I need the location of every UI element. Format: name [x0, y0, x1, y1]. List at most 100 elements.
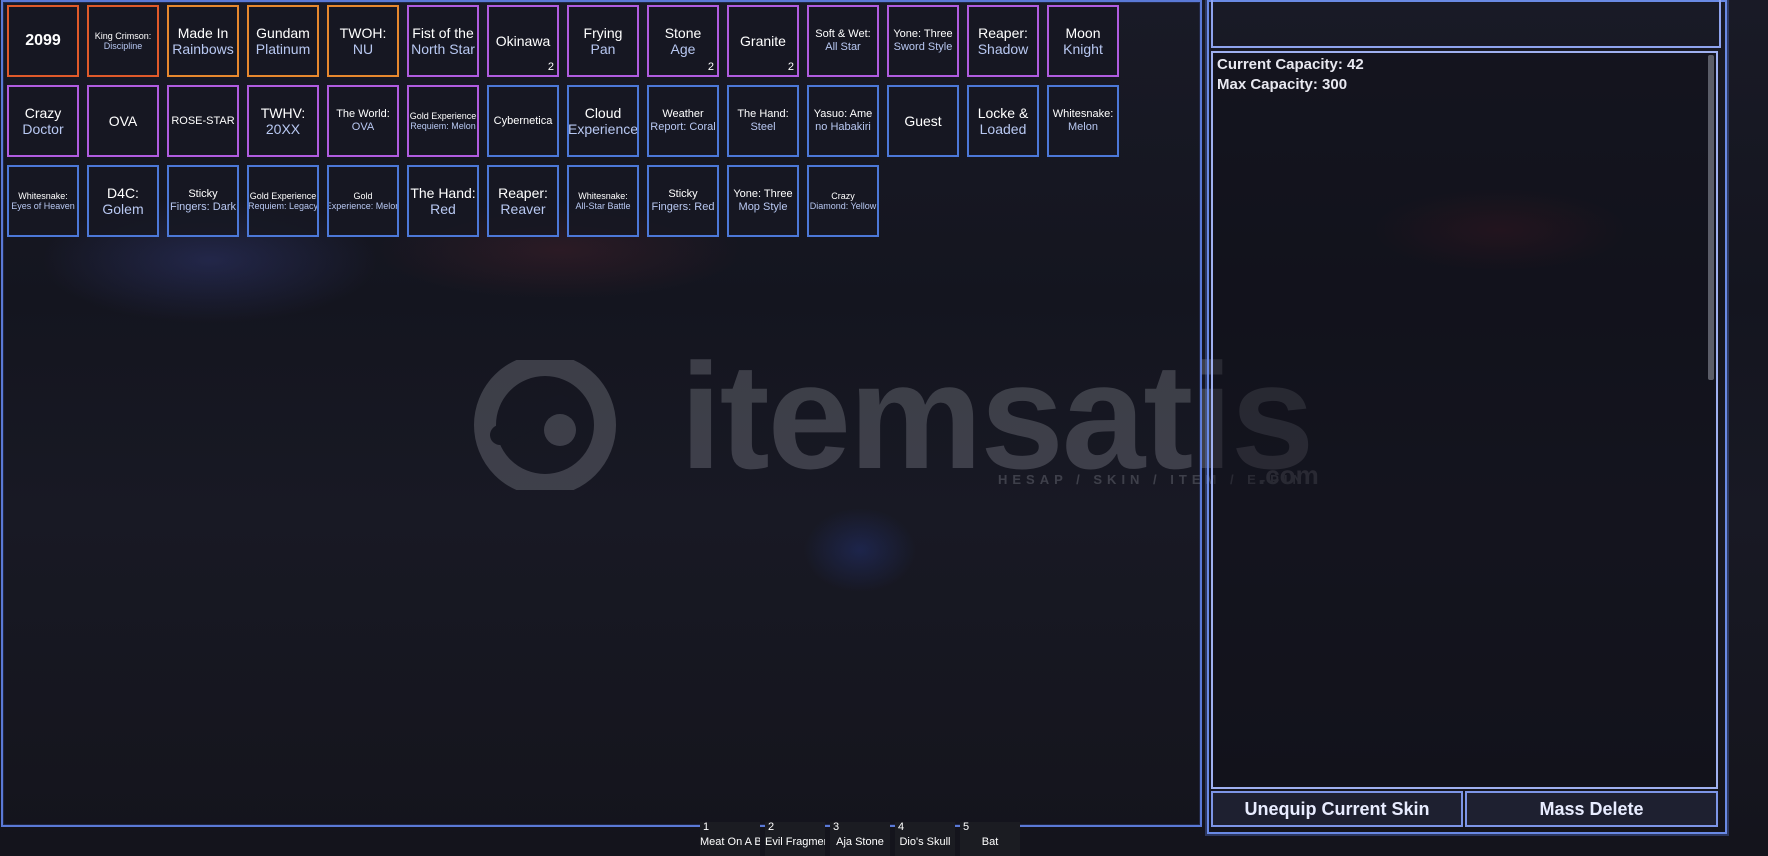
skin-name-line2: Report: Coral: [650, 121, 716, 133]
max-capacity-text: Max Capacity: 300: [1217, 76, 1348, 93]
skin-slot[interactable]: The Hand: Steel: [727, 85, 799, 157]
skin-slot[interactable]: Yone: Three Mop Style: [727, 165, 799, 237]
unequip-skin-button[interactable]: Unequip Current Skin: [1211, 791, 1463, 827]
hotbar: 1 Meat On A Bone 2 Evil Fragment 3 Aja S…: [700, 821, 1022, 856]
skin-slot[interactable]: ROSE-STAR: [167, 85, 239, 157]
skin-slot[interactable]: King Crimson: Discipline: [87, 5, 159, 77]
skin-slot[interactable]: Crazy Doctor: [7, 85, 79, 157]
skin-name-line1: Yone: Three: [733, 188, 793, 201]
hotbar-slot-4[interactable]: 4 Dio's Skull: [895, 821, 955, 856]
skin-name-line1: Yone: Three: [893, 28, 953, 41]
skin-name-line2: All-Star Battle: [575, 201, 631, 211]
skin-slot[interactable]: Frying Pan: [567, 5, 639, 77]
skin-name-line1: Whitesnake:: [1052, 108, 1114, 121]
skin-slot[interactable]: Made In Rainbows: [167, 5, 239, 77]
skin-slot[interactable]: Yone: Three Sword Style: [887, 5, 959, 77]
skin-slot[interactable]: Cybernetica: [487, 85, 559, 157]
hotbar-slot-number: 3: [833, 821, 840, 833]
skin-name-line2: All Star: [825, 41, 861, 53]
capacity-info-box: Current Capacity: 42 Max Capacity: 300: [1211, 51, 1718, 789]
skin-count-badge: 2: [547, 61, 554, 74]
skin-name-line1: Reaper:: [498, 184, 548, 201]
hotbar-slot-number: 4: [898, 821, 905, 833]
skin-slot[interactable]: Moon Knight: [1047, 5, 1119, 77]
hotbar-slot-2[interactable]: 2 Evil Fragment: [765, 821, 825, 856]
skin-name-line1: Gold Experience: [249, 190, 317, 201]
skin-slot[interactable]: Cloud Experience: [567, 85, 639, 157]
skin-slot[interactable]: Fist of the North Star: [407, 5, 479, 77]
skin-slot[interactable]: TWHV: 20XX: [247, 85, 319, 157]
skin-slot[interactable]: The World: OVA: [327, 85, 399, 157]
skin-slot[interactable]: D4C: Golem: [87, 165, 159, 237]
skin-name-line1: Whitesnake:: [18, 190, 68, 201]
skin-name-line1: Frying: [583, 24, 623, 41]
hotbar-slot-label: Dio's Skull: [899, 836, 951, 848]
hotbar-slot-3[interactable]: 3 Aja Stone: [830, 821, 890, 856]
skin-name-line2: Loaded: [979, 121, 1027, 137]
hotbar-slot-number: 5: [963, 821, 970, 833]
skin-slot[interactable]: The Hand: Red: [407, 165, 479, 237]
hotbar-slot-1[interactable]: 1 Meat On A Bone: [700, 821, 760, 856]
skin-slot[interactable]: Sticky Fingers: Dark: [167, 165, 239, 237]
skin-name-line2: Rainbows: [172, 41, 234, 57]
skin-slot[interactable]: Guest: [887, 85, 959, 157]
skin-name-line2: OVA: [351, 121, 375, 133]
hotbar-slot-number: 2: [768, 821, 775, 833]
skin-name-line1: Granite: [740, 32, 786, 49]
skin-slot[interactable]: TWOH: NU: [327, 5, 399, 77]
skin-name-line1: Yasuo: Ame: [813, 108, 873, 121]
skin-name-line1: Fist of the: [412, 24, 474, 41]
skin-slot[interactable]: Gold Experience: Melon: [327, 165, 399, 237]
skin-name-line1: Moon: [1065, 24, 1101, 41]
skin-name-line1: Cloud: [584, 104, 622, 121]
mass-delete-button[interactable]: Mass Delete: [1465, 791, 1718, 827]
skin-slot[interactable]: Whitesnake: All-Star Battle: [567, 165, 639, 237]
info-scrollbar[interactable]: [1708, 55, 1714, 380]
skin-slot[interactable]: Soft & Wet: All Star: [807, 5, 879, 77]
skin-name-line1: OVA: [108, 112, 138, 129]
skin-name-line2: Fingers: Dark: [169, 201, 237, 213]
skin-count-badge: 2: [787, 61, 794, 74]
skin-name-line1: Gold: [353, 190, 373, 201]
skin-name-line2: Discipline: [103, 41, 143, 51]
hotbar-slot-label: Meat On A Bone: [700, 836, 760, 848]
skin-slot[interactable]: Weather Report: Coral: [647, 85, 719, 157]
hotbar-slot-label: Bat: [981, 836, 999, 848]
skin-name-line2: Experience: Melon: [327, 201, 399, 211]
skin-slot[interactable]: Stone Age 2: [647, 5, 719, 77]
skin-slot[interactable]: Whitesnake: Eyes of Heaven: [7, 165, 79, 237]
skin-name-line1: King Crimson:: [94, 30, 152, 41]
skin-name-line2: Reaver: [500, 201, 546, 217]
skin-slot[interactable]: OVA: [87, 85, 159, 157]
skin-slot[interactable]: Whitesnake: Melon: [1047, 85, 1119, 157]
skin-slot[interactable]: Yasuo: Ame no Habakiri: [807, 85, 879, 157]
skin-name-line1: Guest: [904, 112, 942, 129]
detail-header-box: [1211, 0, 1721, 48]
skin-slot[interactable]: Reaper: Shadow: [967, 5, 1039, 77]
skin-slot[interactable]: Gold Experience Requiem: Melon: [407, 85, 479, 157]
skin-slot[interactable]: 2099: [7, 5, 79, 77]
skin-slot[interactable]: Reaper: Reaver: [487, 165, 559, 237]
skin-slot[interactable]: Crazy Diamond: Yellow: [807, 165, 879, 237]
skin-slot[interactable]: Gold Experience Requiem: Legacy: [247, 165, 319, 237]
skin-slot[interactable]: Okinawa 2: [487, 5, 559, 77]
skin-slot[interactable]: Granite 2: [727, 5, 799, 77]
skin-slot[interactable]: Gundam Platinum: [247, 5, 319, 77]
skin-name-line2: Diamond: Yellow: [809, 201, 877, 211]
skin-name-line1: Gold Experience: [409, 110, 477, 121]
skin-name-line1: Sticky: [668, 188, 698, 201]
skin-name-line1: Whitesnake:: [578, 190, 628, 201]
skin-slot[interactable]: Locke & Loaded: [967, 85, 1039, 157]
skin-grid: 2099 King Crimson: Discipline Made In Rainbo…: [7, 5, 1127, 237]
skin-slot[interactable]: Sticky Fingers: Red: [647, 165, 719, 237]
skin-name-line2: Shadow: [977, 41, 1029, 57]
skin-name-line1: Locke &: [977, 104, 1029, 121]
skin-name-line1: Sticky: [188, 188, 218, 201]
skin-name-line2: Golem: [102, 201, 144, 217]
skin-name-line1: TWOH:: [339, 24, 387, 41]
skin-name-line2: North Star: [411, 41, 475, 57]
skin-name-line2: Platinum: [255, 41, 311, 57]
skin-name-line2: Age: [670, 41, 696, 57]
hotbar-slot-5[interactable]: 5 Bat: [960, 821, 1020, 856]
skin-name-line2: Knight: [1063, 41, 1103, 57]
